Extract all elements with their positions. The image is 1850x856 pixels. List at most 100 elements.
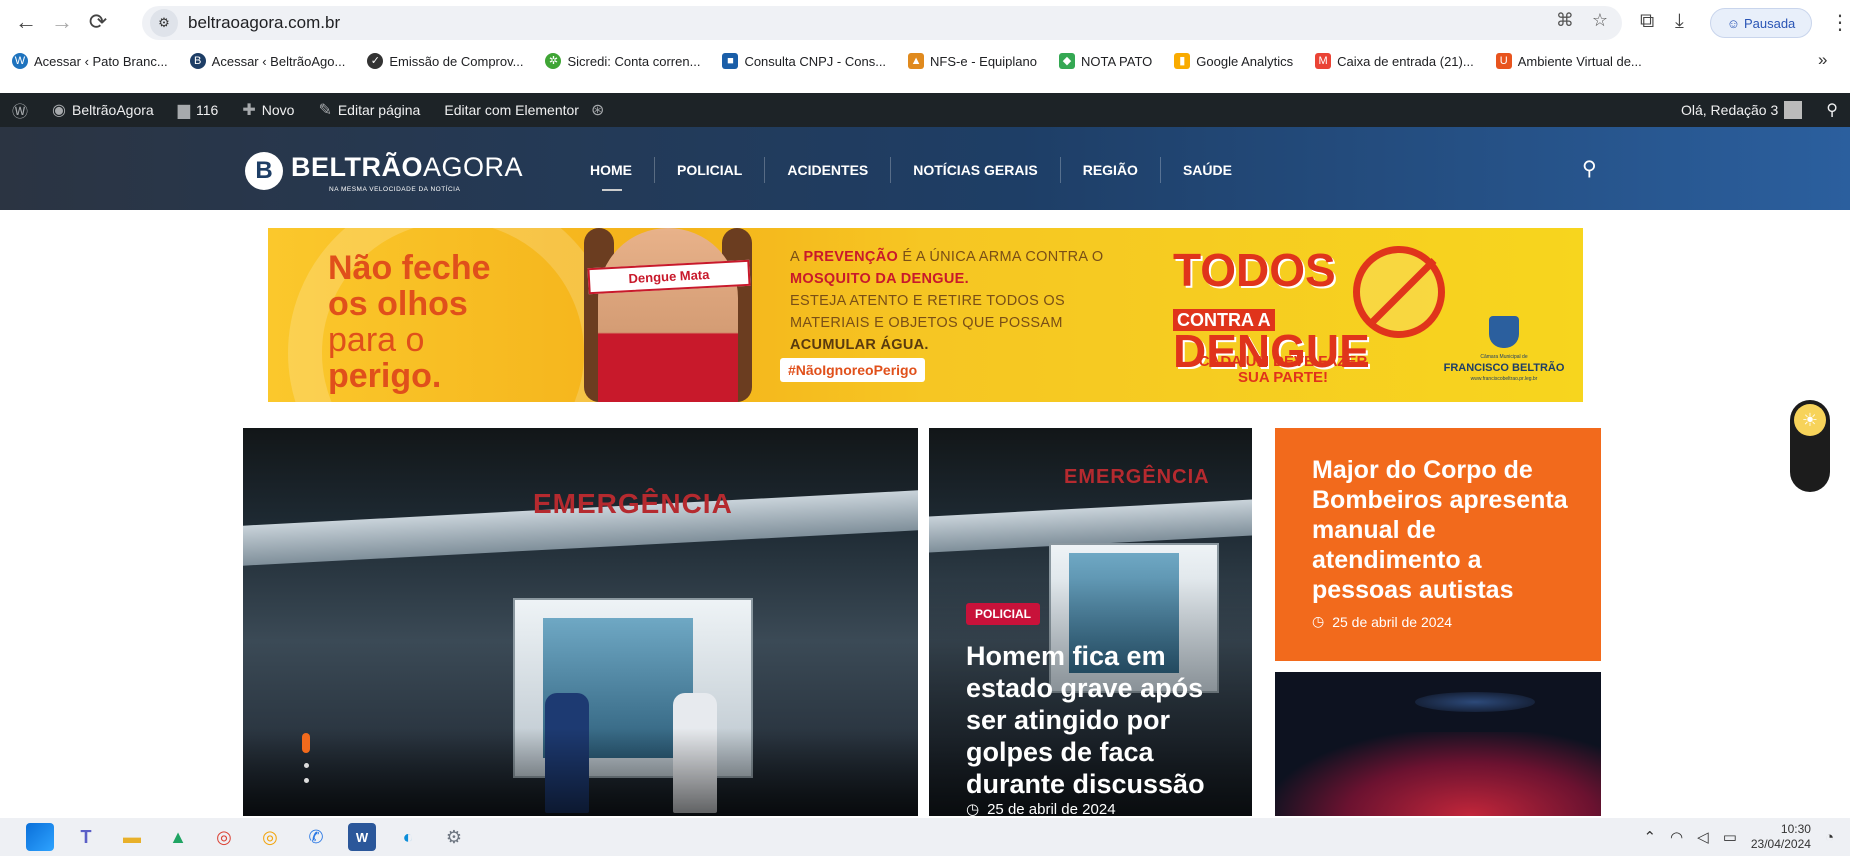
analytics-icon: ▮ [1174, 53, 1191, 69]
receipt-icon: ✓ [367, 53, 384, 69]
wordpress-logo-icon[interactable]: Ⓦ [0, 98, 40, 122]
bookmark-item[interactable]: ◆ NOTA PATO [1059, 53, 1152, 69]
active-menu-indicator [602, 189, 622, 191]
reload-icon[interactable]: ⟳ [80, 4, 116, 40]
bookmark-item[interactable]: U Ambiente Virtual de... [1495, 53, 1642, 69]
settings-icon[interactable]: ⚙ [440, 823, 468, 851]
whatsapp-icon[interactable]: ✆ [302, 823, 330, 851]
logo-tagline: NA MESMA VELOCIDADE DA NOTÍCIA [329, 186, 461, 193]
theme-toggle[interactable]: ☀ [1790, 400, 1830, 492]
logo-bold-text: BELTRÃO [291, 152, 423, 182]
article-date: ◷ 25 de abril de 2024 [1312, 613, 1453, 630]
battery-icon[interactable]: ▭ [1723, 828, 1737, 846]
profile-button[interactable]: ☺ Pausada [1710, 8, 1812, 38]
download-icon[interactable]: ⤓ [1675, 10, 1684, 33]
slider-dots[interactable] [302, 733, 310, 783]
bookmarks-bar: W Acessar ‹ Pato Branc... B Acessar ‹ Belt… [0, 44, 1850, 78]
camara-logo: Câmara Municipal de FRANCISCO BELTRÃO ww… [1434, 316, 1574, 385]
word-icon[interactable]: W [348, 823, 376, 851]
photo-shade [243, 728, 918, 816]
edge-icon[interactable]: ◐ [394, 823, 422, 851]
sicredi-icon: ✲ [545, 53, 562, 69]
article-card-night[interactable] [1275, 672, 1601, 816]
menu-item-regiao[interactable]: REGIÃO [1061, 157, 1161, 183]
chrome-profile-icon[interactable]: ◎ [256, 823, 284, 851]
wp-admin-bar: Ⓦ ◉ BeltrãoAgora ▆ 116 ✚ Novo ✎ Editar págin… [0, 93, 1850, 127]
google-drive-icon[interactable]: ▲ [164, 823, 192, 851]
wp-elementor-link[interactable]: Editar com Elementor ⊛ [432, 100, 616, 120]
menu-item-home[interactable]: HOME [568, 157, 655, 183]
photo-light [1415, 692, 1535, 712]
article-photo [1275, 732, 1601, 816]
wp-edit-page-link[interactable]: ✎ Editar página [306, 100, 432, 120]
profile-label: Pausada [1743, 15, 1796, 31]
search-icon[interactable]: ⚲ [1582, 156, 1608, 182]
gmail-icon: M [1315, 53, 1332, 69]
category-badge[interactable]: POLICIAL [966, 603, 1040, 625]
elementor-icon: ⊛ [590, 102, 605, 119]
coat-of-arms-icon [1489, 316, 1519, 348]
pencil-icon: ✎ [318, 102, 332, 119]
slider-dot-active[interactable] [302, 733, 310, 753]
volume-icon[interactable]: ◁ [1697, 828, 1709, 846]
wp-new-link[interactable]: ✚ Novo [230, 100, 306, 120]
bookmark-item[interactable]: W Acessar ‹ Pato Branc... [12, 53, 168, 69]
menu-item-saude[interactable]: SAÚDE [1161, 157, 1254, 183]
wordpress-icon: W [12, 53, 28, 69]
back-icon[interactable]: ← [8, 4, 44, 40]
wp-search-icon[interactable]: ⚲ [1814, 100, 1850, 120]
article-title[interactable]: Homem fica em estado grave após ser atin… [966, 640, 1236, 800]
menu-item-acidentes[interactable]: ACIDENTES [765, 157, 892, 183]
slider-dot[interactable] [303, 763, 309, 768]
dengue-banner-ad[interactable]: Não feche os olhos para o perigo. Dengue… [268, 228, 1583, 402]
more-bookmarks-icon[interactable]: » [1818, 50, 1827, 70]
system-tray: ⌃ ◠ ◁ ▭ 10:30 23/04/2024 ◔ [1643, 822, 1834, 852]
menu-item-policial[interactable]: POLICIAL [655, 157, 766, 183]
site-logo[interactable]: B BELTRÃOAGORA NA MESMA VELOCIDADE DA NO… [245, 148, 525, 198]
bookmark-item[interactable]: ▲ NFS-e - Equiplano [908, 53, 1037, 69]
file-explorer-icon[interactable]: ▬ [118, 823, 146, 851]
teams-icon[interactable]: T [72, 823, 100, 851]
bookmark-item[interactable]: M Caixa de entrada (21)... [1315, 53, 1474, 69]
wp-comments-link[interactable]: ▆ 116 [166, 100, 231, 120]
bookmark-star-icon[interactable]: ☆ [1592, 10, 1608, 31]
wifi-icon[interactable]: ◠ [1670, 828, 1683, 846]
bookmark-item[interactable]: ▮ Google Analytics [1174, 53, 1293, 69]
banner-cta: CADA UM DEVE FAZER SUA PARTE! [1198, 353, 1368, 386]
slider-dot[interactable] [303, 778, 309, 783]
translate-icon[interactable]: ⌘ [1556, 10, 1574, 31]
chrome-icon[interactable]: ◎ [210, 823, 238, 851]
chevron-up-icon[interactable]: ⌃ [1643, 828, 1656, 846]
ambiente-icon: U [1495, 53, 1512, 69]
banner-hashtag: #NãoIgnoreoPerigo [780, 358, 926, 382]
wp-site-link[interactable]: ◉ BeltrãoAgora [40, 100, 166, 120]
url-text[interactable]: beltraoagora.com.br [188, 13, 340, 33]
notification-bell-icon[interactable]: ◔ [1825, 829, 1834, 846]
beltrao-icon: B [189, 53, 206, 69]
logo-b-icon: B [245, 152, 283, 190]
windows-start-icon[interactable] [26, 823, 54, 851]
article-date: ◷ 25 de abril de 2024 [966, 800, 1116, 819]
featured-article-main[interactable]: EMERGÊNCIA [243, 428, 918, 816]
avatar [1784, 101, 1803, 119]
menu-dots-icon[interactable]: ⋮ [1830, 10, 1850, 35]
bookmark-item[interactable]: ✲ Sicredi: Conta corren... [545, 53, 700, 69]
address-bar[interactable]: ⚙ beltraoagora.com.br ⌘ ☆ [142, 6, 1622, 40]
article-title[interactable]: Major do Corpo de Bombeiros apresenta ma… [1312, 455, 1582, 605]
equiplano-icon: ▲ [908, 53, 925, 69]
wp-account-link[interactable]: Olá, Redação 3 [1669, 101, 1814, 119]
sun-icon: ☀ [1794, 404, 1826, 436]
site-info-icon[interactable]: ⚙ [150, 9, 178, 37]
bookmark-item[interactable]: ■ Consulta CNPJ - Cons... [722, 53, 886, 69]
clock-icon: ◷ [966, 801, 980, 818]
diamond-icon: ◆ [1059, 53, 1075, 69]
clock[interactable]: 10:30 23/04/2024 [1751, 822, 1811, 852]
banner-headline: Não feche os olhos para o perigo. [328, 249, 491, 395]
bookmark-item[interactable]: ✓ Emissão de Comprov... [367, 53, 523, 69]
menu-item-noticias-gerais[interactable]: NOTÍCIAS GERAIS [891, 157, 1061, 183]
extensions-icon[interactable]: ⧉ [1640, 10, 1654, 33]
bookmark-item[interactable]: B Acessar ‹ BeltrãoAgo... [189, 53, 345, 69]
forward-icon[interactable]: → [44, 4, 80, 40]
clock-icon: ◷ [1312, 613, 1325, 629]
photo-sign: EMERGÊNCIA [533, 488, 733, 519]
